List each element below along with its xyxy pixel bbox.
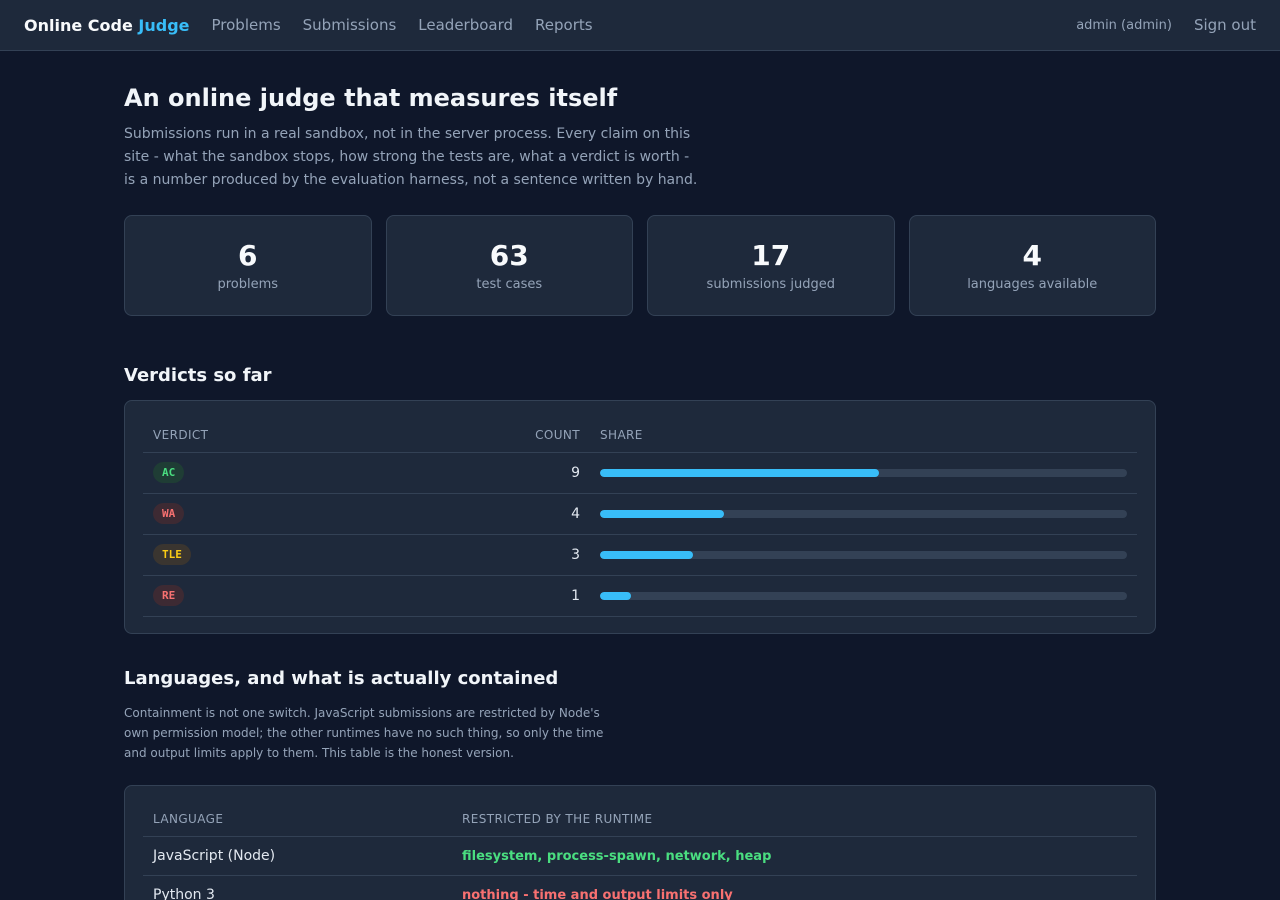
- table-row: WA 4: [143, 493, 1137, 535]
- table-row: Python 3 nothing - time and output limit…: [143, 875, 1137, 900]
- brand-logo[interactable]: Online Code Judge: [24, 16, 190, 35]
- verdict-count: 3: [510, 534, 590, 576]
- sign-out-link[interactable]: Sign out: [1194, 16, 1256, 34]
- share-bar: [600, 509, 1127, 518]
- nav-link-reports[interactable]: Reports: [535, 16, 593, 34]
- column-header-verdict: Verdict: [143, 418, 510, 453]
- table-row: RE 1: [143, 575, 1137, 617]
- verdict-count: 9: [510, 452, 590, 494]
- table-header-row: Language Restricted by the runtime: [143, 802, 1137, 837]
- current-user: admin (admin): [1076, 17, 1172, 33]
- share-bar: [600, 550, 1127, 559]
- share-bar-fill: [600, 509, 724, 518]
- page-title: An online judge that measures itself: [124, 84, 618, 112]
- column-header-count: Count: [510, 418, 590, 453]
- verdicts-table: Verdict Count Share AC 9 WA 4 TLE: [143, 418, 1137, 617]
- stat-value: 17: [751, 239, 791, 272]
- verdict-count: 1: [510, 575, 590, 617]
- top-nav: Online Code Judge Problems Submissions L…: [0, 0, 1280, 51]
- stat-label: submissions judged: [706, 277, 835, 292]
- language-name: JavaScript (Node): [143, 836, 452, 876]
- languages-heading: Languages, and what is actually containe…: [124, 667, 559, 689]
- nav-link-leaderboard[interactable]: Leaderboard: [418, 16, 513, 34]
- languages-card: Language Restricted by the runtime JavaS…: [124, 784, 1156, 900]
- verdicts-heading: Verdicts so far: [124, 365, 272, 386]
- share-bar-fill: [600, 591, 632, 600]
- column-header-share: Share: [590, 418, 1137, 453]
- nav-link-problems[interactable]: Problems: [212, 16, 281, 34]
- share-bar-fill: [600, 468, 880, 477]
- table-row: AC 9: [143, 452, 1137, 494]
- share-bar: [600, 468, 1127, 477]
- restriction-text: filesystem, process-spawn, network, heap: [462, 849, 772, 864]
- verdict-badge-ac: AC: [153, 462, 185, 483]
- brand-accent: Judge: [138, 15, 190, 35]
- stat-label: problems: [217, 277, 279, 292]
- stat-value: 4: [1022, 239, 1042, 272]
- verdict-badge-tle: TLE: [153, 544, 191, 565]
- restriction-text: nothing - time and output limits only: [462, 888, 733, 900]
- stat-card-languages: 4 languages available: [908, 215, 1156, 316]
- table-row: TLE 3: [143, 534, 1137, 576]
- stat-card-submissions: 17 submissions judged: [647, 215, 895, 316]
- verdict-badge-wa: WA: [153, 503, 185, 524]
- languages-description: Containment is not one switch. JavaScrip…: [124, 705, 604, 760]
- language-name: Python 3: [143, 875, 452, 900]
- share-bar-fill: [600, 550, 693, 559]
- column-header-language: Language: [143, 802, 452, 837]
- languages-table: Language Restricted by the runtime JavaS…: [143, 802, 1137, 900]
- stat-value: 6: [238, 239, 258, 272]
- stat-label: test cases: [476, 277, 543, 292]
- stat-card-test-cases: 63 test cases: [385, 215, 633, 316]
- stats-row: 6 problems 63 test cases 17 submissions …: [124, 215, 1156, 316]
- main-content: An online judge that measures itself Sub…: [124, 51, 1156, 900]
- share-bar: [600, 591, 1127, 600]
- nav-link-submissions[interactable]: Submissions: [303, 16, 397, 34]
- brand-prefix: Online Code: [24, 15, 139, 35]
- table-row: JavaScript (Node) filesystem, process-sp…: [143, 836, 1137, 876]
- stat-label: languages available: [967, 277, 1098, 292]
- hero-description: Submissions run in a real sandbox, not i…: [124, 126, 698, 188]
- column-header-restricted: Restricted by the runtime: [452, 802, 1137, 837]
- verdicts-card: Verdict Count Share AC 9 WA 4 TLE: [124, 400, 1156, 634]
- stat-value: 63: [489, 239, 529, 272]
- verdict-badge-re: RE: [153, 585, 185, 606]
- verdict-count: 4: [510, 493, 590, 535]
- table-header-row: Verdict Count Share: [143, 418, 1137, 453]
- stat-card-problems: 6 problems: [124, 215, 372, 316]
